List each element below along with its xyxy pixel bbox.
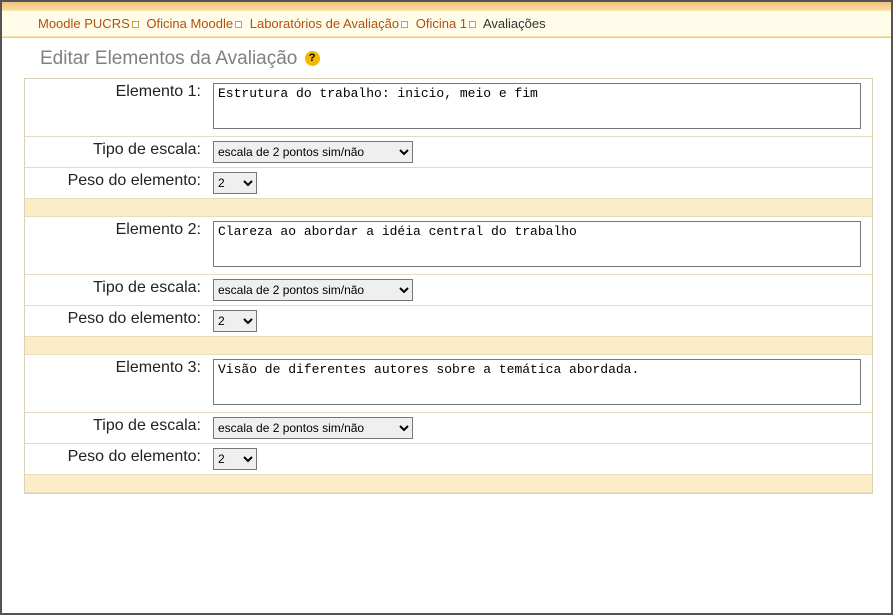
form-container: Elemento 1: Tipo de escala: escala de 2 … [24, 78, 873, 494]
scale-label: Tipo de escala: [25, 137, 207, 168]
weight-label: Peso do elemento: [25, 306, 207, 337]
element-desc-input[interactable] [213, 83, 861, 129]
weight-label: Peso do elemento: [25, 168, 207, 199]
element-desc-input[interactable] [213, 359, 861, 405]
scale-select[interactable]: escala de 2 pontos sim/não [213, 141, 413, 163]
scale-select[interactable]: escala de 2 pontos sim/não [213, 417, 413, 439]
breadcrumb: Moodle PUCRS Oficina Moodle Laboratórios… [2, 10, 891, 37]
weight-select[interactable]: 2 [213, 172, 257, 194]
scale-label: Tipo de escala: [25, 413, 207, 444]
breadcrumb-sep-icon [132, 21, 139, 28]
breadcrumb-current: Avaliações [483, 16, 546, 31]
breadcrumb-link-activity[interactable]: Oficina 1 [416, 16, 467, 31]
breadcrumb-sep-icon [469, 21, 476, 28]
element-label: Elemento 2: [25, 217, 207, 275]
elements-table: Elemento 1: Tipo de escala: escala de 2 … [25, 79, 872, 493]
scale-select[interactable]: escala de 2 pontos sim/não [213, 279, 413, 301]
page-title-text: Editar Elementos da Avaliação [40, 48, 297, 69]
topbar: Moodle PUCRS Oficina Moodle Laboratórios… [2, 2, 891, 38]
section-gap [25, 199, 872, 217]
breadcrumb-sep-icon [235, 21, 242, 28]
scale-label: Tipo de escala: [25, 275, 207, 306]
element-desc-input[interactable] [213, 221, 861, 267]
weight-select[interactable]: 2 [213, 448, 257, 470]
breadcrumb-link-course[interactable]: Oficina Moodle [146, 16, 233, 31]
element-label: Elemento 1: [25, 79, 207, 137]
weight-select[interactable]: 2 [213, 310, 257, 332]
section-gap [25, 337, 872, 355]
breadcrumb-link-section[interactable]: Laboratórios de Avaliação [250, 16, 399, 31]
section-gap [25, 475, 872, 493]
breadcrumb-sep-icon [401, 21, 408, 28]
element-label: Elemento 3: [25, 355, 207, 413]
page-title: Editar Elementos da Avaliação ? [2, 38, 891, 78]
weight-label: Peso do elemento: [25, 444, 207, 475]
breadcrumb-link-root[interactable]: Moodle PUCRS [38, 16, 130, 31]
help-icon[interactable]: ? [305, 51, 320, 66]
topbar-gradient [2, 2, 891, 10]
